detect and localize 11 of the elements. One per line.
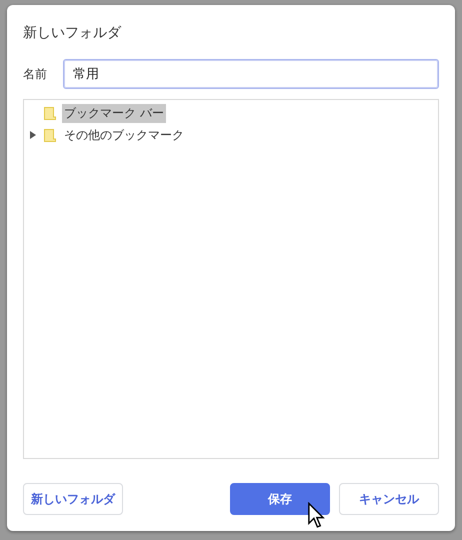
name-label: 名前 (23, 66, 48, 82)
tree-item[interactable]: その他のブックマーク (62, 126, 186, 144)
name-field[interactable]: 常用 (63, 59, 439, 89)
save-button[interactable]: 保存 (230, 483, 330, 515)
new-folder-button[interactable]: 新しいフォルダ (23, 483, 123, 515)
tree-item[interactable]: ブックマーク バー (62, 104, 166, 122)
expand-arrow-icon[interactable] (30, 131, 36, 139)
folder-icon (44, 128, 56, 142)
dialog-title: 新しいフォルダ (23, 24, 122, 43)
cancel-button[interactable]: キャンセル (339, 483, 439, 515)
folder-icon (44, 106, 56, 120)
